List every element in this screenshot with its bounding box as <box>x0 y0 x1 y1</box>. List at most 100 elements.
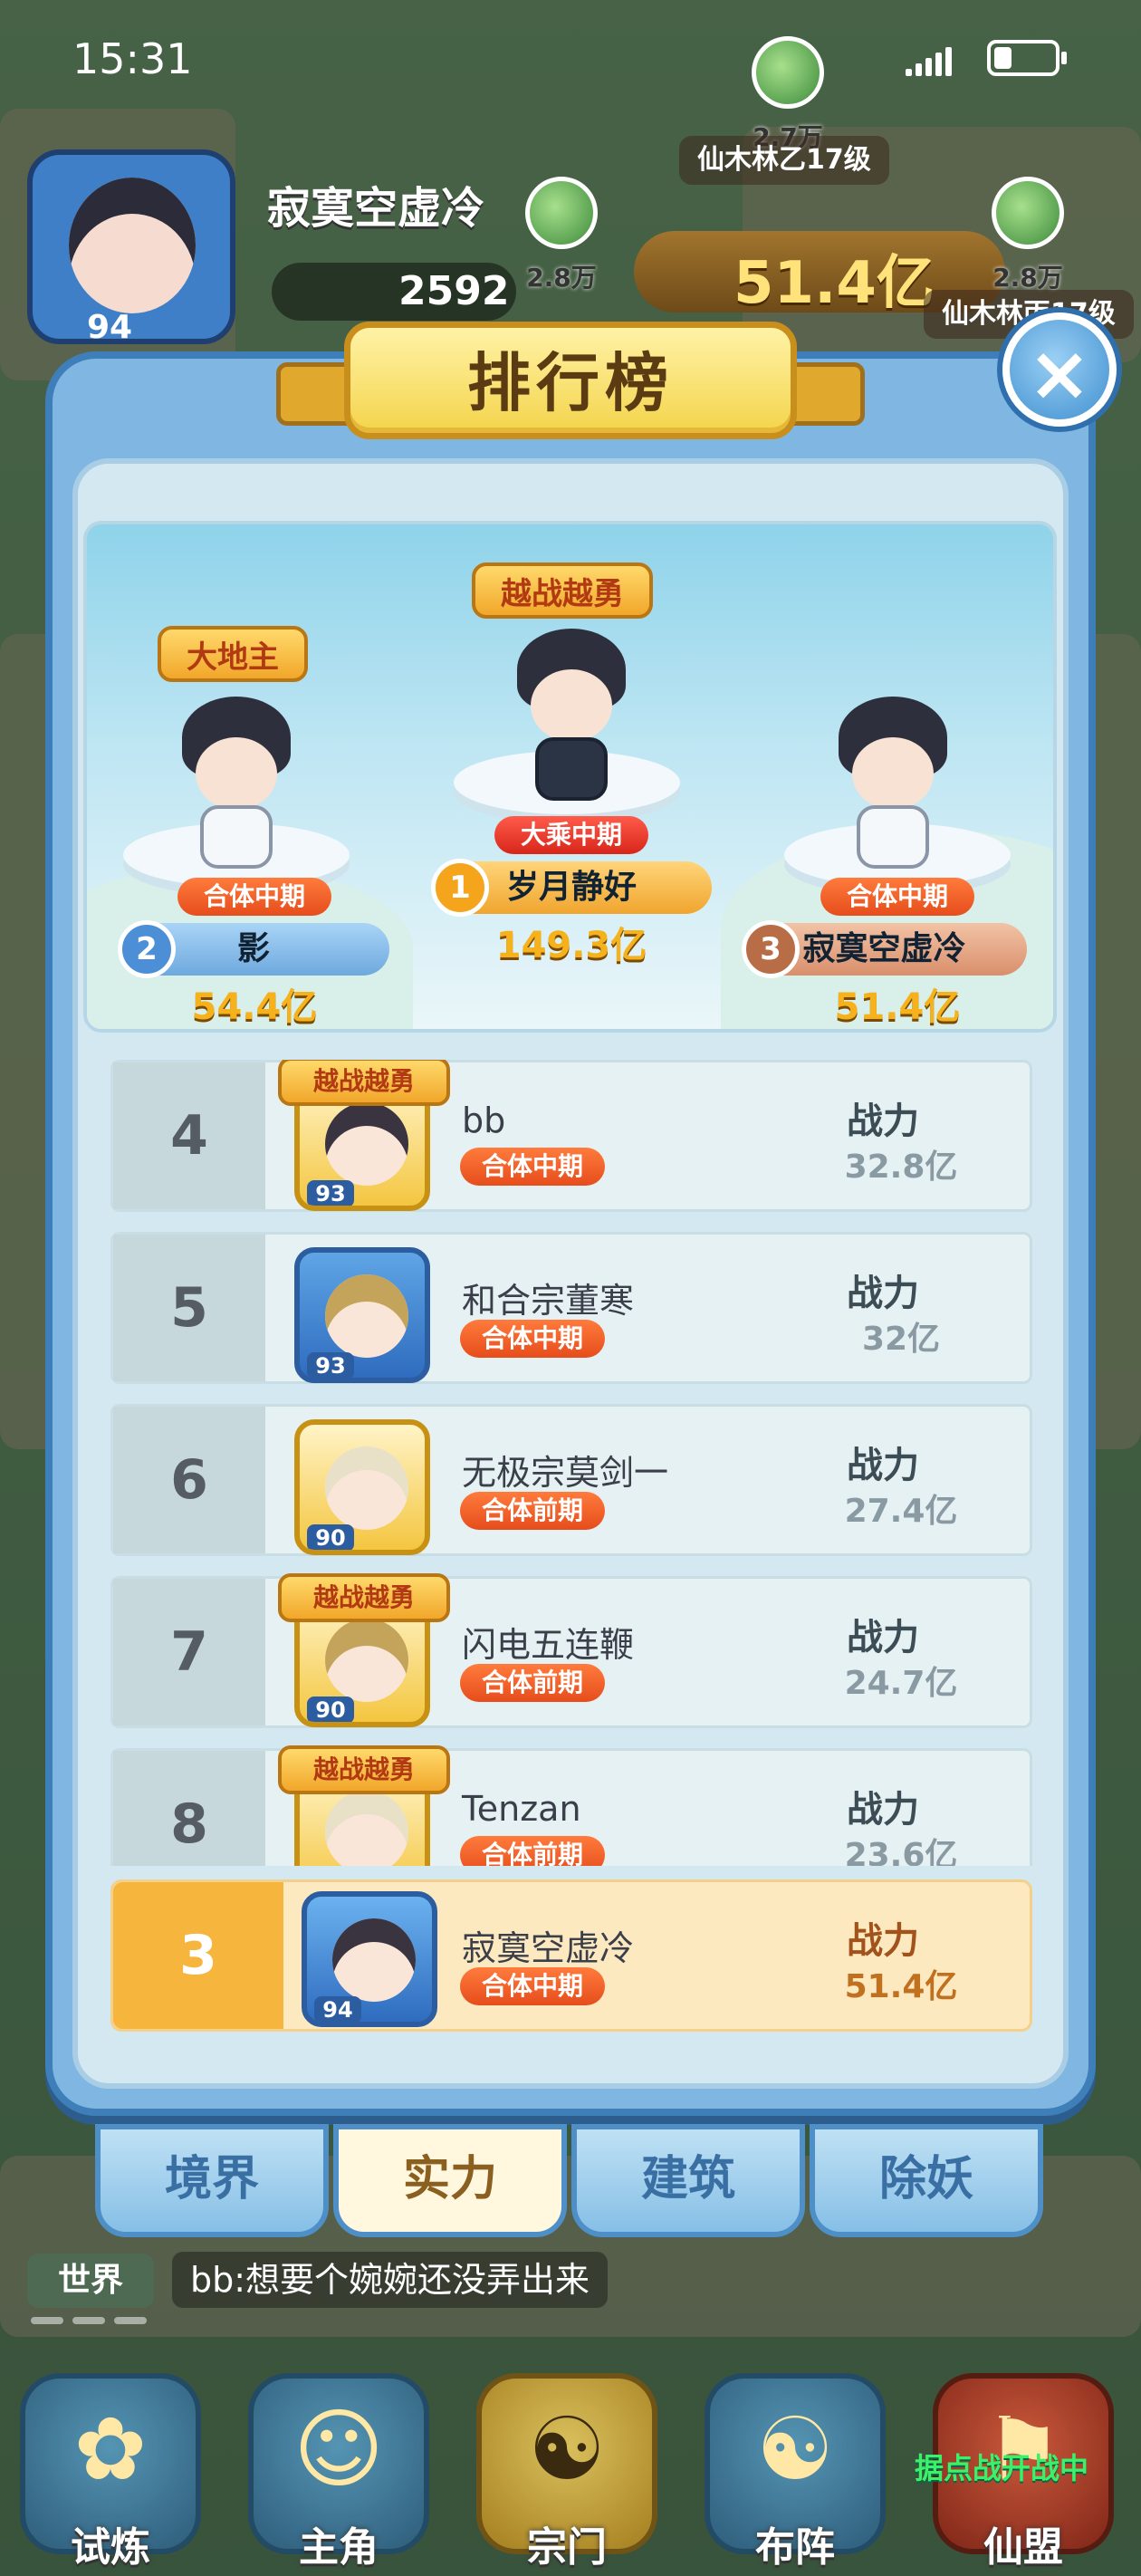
nav-hero[interactable]: ☺ 主角 <box>234 2355 444 2576</box>
rank-number: 4 <box>170 1104 208 1168</box>
close-button[interactable]: × <box>1002 312 1117 427</box>
power-value: 24.7亿 <box>844 1665 958 1702</box>
third-place-character[interactable] <box>820 697 965 869</box>
realm-badge: 合体中期 <box>177 878 331 916</box>
power-value: 51.4亿 <box>734 250 935 317</box>
tree-label: 仙木林乙17级 <box>679 136 889 185</box>
tree-resource-2[interactable]: 2.8万 <box>507 177 616 312</box>
leaderboard-title-banner: 排行榜 <box>276 312 865 457</box>
third-place-power: 51.4亿 <box>834 986 961 1028</box>
ranking-row[interactable]: 6 90 无极宗莫剑一 合体前期 战力 27.4亿 <box>110 1404 1032 1556</box>
power-label: 战力 <box>847 1920 919 1962</box>
top-three-podium: 大地主 合体中期 影 2 54.4亿 越战越勇 大乘中期 岁月静好 1 149.… <box>83 521 1057 1033</box>
title-badge: 越战越勇 <box>472 562 653 619</box>
player-name: 无极宗莫剑一 <box>462 1453 669 1493</box>
nav-label: 仙盟 <box>983 2524 1063 2571</box>
realm-badge: 合体中期 <box>460 1148 606 1186</box>
trial-icon: ✿ <box>73 2398 148 2500</box>
avatar-level: 94 <box>314 1996 361 2022</box>
formation-icon: ☯ <box>755 2398 835 2500</box>
rank-number: 6 <box>170 1448 208 1512</box>
power-value: 51.4亿 <box>844 1968 958 2005</box>
power-label: 战力 <box>847 1617 919 1658</box>
tab-realm[interactable]: 境界 <box>95 2124 329 2237</box>
rank-number: 7 <box>170 1620 208 1684</box>
realm-badge: 合体前期 <box>460 1836 606 1866</box>
avatar-level: 93 <box>307 1180 354 1206</box>
chat-channel[interactable]: 世界 <box>27 2254 154 2308</box>
nav-label: 主角 <box>299 2524 379 2571</box>
ranking-row[interactable]: 7 90 越战越勇 闪电五连鞭 合体前期 战力 24.7亿 <box>110 1573 1032 1728</box>
realm-badge: 合体中期 <box>460 1967 606 2005</box>
tree-count: 2.8万 <box>526 263 597 293</box>
tree-icon <box>992 177 1064 249</box>
close-icon: × <box>1027 329 1092 418</box>
player-name: Tenzan <box>462 1789 581 1829</box>
title-badge: 越战越勇 <box>278 1060 450 1106</box>
power-label: 战力 <box>847 1101 919 1142</box>
hero-icon: ☺ <box>292 2398 385 2500</box>
power-value: 27.4亿 <box>844 1493 958 1530</box>
avatar[interactable]: 94 <box>302 1891 437 2027</box>
tab-demon-hunt[interactable]: 除妖 <box>810 2124 1043 2237</box>
tree-icon <box>752 36 824 109</box>
nav-sect[interactable]: ☯ 宗门 <box>462 2355 672 2576</box>
sect-icon: ☯ <box>527 2398 607 2500</box>
avatar[interactable]: 93 <box>294 1247 430 1383</box>
player-name: bb <box>462 1101 506 1140</box>
rank-1-badge: 1 <box>431 859 489 917</box>
player-avatar[interactable]: 94 <box>27 149 235 346</box>
coin-value: 2592 <box>398 268 510 314</box>
player-name: 寂寞空虚冷 <box>267 183 485 234</box>
realm-badge: 合体中期 <box>820 878 974 916</box>
leaderboard-tabs: 境界 实力 建筑 除妖 <box>95 2124 1046 2237</box>
avatar-level: 90 <box>307 1524 354 1550</box>
player-name: 寂寞空虚冷 <box>462 1928 635 1968</box>
title-badge: 越战越勇 <box>278 1573 450 1622</box>
power-label: 战力 <box>847 1789 919 1831</box>
realm-badge: 合体中期 <box>460 1320 606 1358</box>
rank-number: 5 <box>170 1276 208 1340</box>
rank-number: 3 <box>179 1924 217 1987</box>
tree-count: 2.8万 <box>992 263 1063 293</box>
title-badge: 大地主 <box>158 626 308 682</box>
nav-trial[interactable]: ✿ 试炼 <box>5 2355 216 2576</box>
player-level: 94 <box>87 309 133 346</box>
avatar[interactable]: 90 <box>294 1419 430 1555</box>
tab-strength[interactable]: 实力 <box>333 2124 567 2237</box>
power-label: 战力 <box>847 1445 919 1486</box>
chat-page-indicator <box>31 2317 147 2324</box>
rank-3-badge: 3 <box>742 920 800 978</box>
event-banner[interactable]: 据点战开战中 <box>915 2446 1141 2491</box>
modal-title: 排行榜 <box>467 346 674 420</box>
first-place-character[interactable] <box>499 629 644 801</box>
avatar-level: 93 <box>307 1352 354 1378</box>
ranking-row[interactable]: 8 越战越勇 Tenzan 合体前期 战力 23.6亿 <box>110 1745 1032 1866</box>
nav-label: 布阵 <box>755 2524 835 2571</box>
player-name: 闪电五连鞭 <box>462 1625 635 1665</box>
realm-badge: 大乘中期 <box>494 816 648 854</box>
chat-strip[interactable]: 世界 bb:想要个婉婉还没弄出来 <box>0 2237 1141 2328</box>
avatar-level: 90 <box>307 1697 354 1722</box>
title-badge: 越战越勇 <box>278 1745 450 1794</box>
status-bar: 15:31 <box>0 0 1141 118</box>
my-rank-row[interactable]: 3 94 寂寞空虚冷 合体中期 战力 51.4亿 <box>110 1879 1032 2032</box>
second-place-power: 54.4亿 <box>191 986 318 1028</box>
rank-number: 8 <box>170 1793 208 1856</box>
first-place-power: 149.3亿 <box>495 925 647 966</box>
chat-message[interactable]: bb:想要个婉婉还没弄出来 <box>172 2252 609 2308</box>
second-place-character[interactable] <box>164 697 309 869</box>
battery-icon <box>987 40 1067 76</box>
realm-badge: 合体前期 <box>460 1492 606 1530</box>
ranking-list[interactable]: 4 93 越战越勇 bb 合体中期 战力 32.8亿 5 93 和合宗董寒 合体… <box>110 1060 1032 1866</box>
power-label: 战力 <box>847 1273 919 1314</box>
ranking-row[interactable]: 5 93 和合宗董寒 合体中期 战力 32亿 <box>110 1232 1032 1384</box>
ranking-row[interactable]: 4 93 越战越勇 bb 合体中期 战力 32.8亿 <box>110 1060 1032 1212</box>
nav-label: 宗门 <box>527 2524 607 2571</box>
tab-buildings[interactable]: 建筑 <box>571 2124 805 2237</box>
nav-label: 试炼 <box>71 2524 150 2571</box>
nav-formation[interactable]: ☯ 布阵 <box>690 2355 900 2576</box>
power-value: 32.8亿 <box>844 1149 958 1186</box>
signal-icon <box>906 43 960 76</box>
power-value: 32亿 <box>861 1321 941 1358</box>
